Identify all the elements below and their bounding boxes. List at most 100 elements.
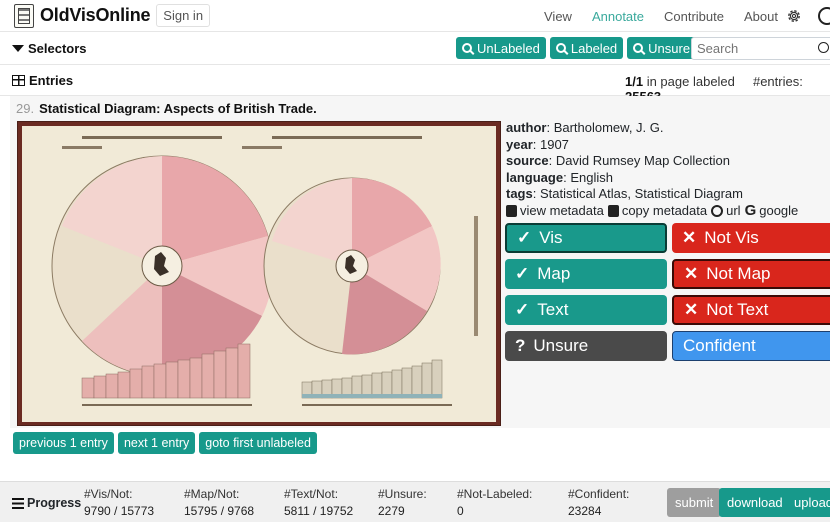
pager-buttons: previous 1 entry next 1 entry goto first… bbox=[13, 432, 321, 454]
github-icon[interactable] bbox=[818, 7, 830, 25]
globe-icon bbox=[711, 204, 724, 217]
nav-link-annotate[interactable]: Annotate bbox=[592, 9, 644, 24]
search-icon bbox=[633, 43, 644, 53]
entries-bar: Entries 1/1 in page labeled #entries: 25… bbox=[0, 66, 830, 104]
unlabeled-button[interactable]: UnLabeled bbox=[456, 37, 546, 59]
stat-map: #Map/Not: 15795 / 9768 bbox=[184, 486, 254, 520]
not-text-button[interactable]: ✕ Not Text bbox=[672, 295, 830, 325]
next-entry-button[interactable]: next 1 entry bbox=[117, 432, 196, 454]
map-label: Map bbox=[537, 264, 571, 283]
labeled-button[interactable]: Labeled bbox=[549, 37, 624, 59]
entry-title-text: Statistical Diagram: Aspects of British … bbox=[39, 101, 317, 116]
text-button[interactable]: ✓ Text bbox=[505, 295, 667, 325]
meta-tags: tags: Statistical Atlas, Statistical Dia… bbox=[506, 186, 743, 201]
submit-button[interactable]: submit bbox=[667, 488, 722, 517]
stat-label: #Unsure: bbox=[378, 487, 427, 501]
tags-value: Statistical Atlas, Statistical Diagram bbox=[539, 186, 743, 201]
stat-unsure: #Unsure: 2279 bbox=[378, 486, 427, 520]
nav-links: View Annotate Contribute About bbox=[544, 0, 798, 32]
search-icon bbox=[462, 43, 472, 53]
goto-first-unlabeled-button[interactable]: goto first unlabeled bbox=[199, 432, 317, 454]
confident-button[interactable]: Confident bbox=[672, 331, 830, 361]
stat-confident: #Confident: 23284 bbox=[568, 486, 629, 520]
database-icon bbox=[506, 204, 517, 217]
year-value: 1907 bbox=[539, 136, 569, 152]
tags-key: tags bbox=[506, 186, 533, 201]
view-metadata-link[interactable]: view metadata bbox=[520, 203, 604, 220]
check-icon: ✓ bbox=[515, 300, 530, 319]
not-map-button[interactable]: ✕ Not Map bbox=[672, 259, 830, 289]
confident-label: Confident bbox=[683, 336, 756, 355]
x-icon: ✕ bbox=[682, 228, 697, 247]
brand[interactable]: OldVisOnline bbox=[14, 3, 150, 29]
not-vis-button[interactable]: ✕ Not Vis bbox=[672, 223, 830, 253]
author-key: author bbox=[506, 120, 547, 135]
url-link[interactable]: url bbox=[726, 203, 740, 220]
unsure-button[interactable]: ? Unsure bbox=[505, 331, 667, 361]
check-icon: ✓ bbox=[517, 228, 532, 247]
language-value: English bbox=[570, 169, 613, 185]
author-value: Bartholomew, J. G. bbox=[553, 120, 664, 135]
signin-button[interactable]: Sign in bbox=[156, 4, 211, 27]
stat-value: 2279 bbox=[378, 504, 405, 518]
stat-value: 0 bbox=[457, 504, 464, 518]
meta-author: author: Bartholomew, J. G. bbox=[506, 120, 664, 135]
entries-label: Entries bbox=[29, 73, 74, 88]
entries-total-label: #entries: bbox=[752, 74, 803, 89]
unsure-label: Unsure bbox=[533, 336, 589, 355]
check-icon: ✓ bbox=[515, 264, 530, 283]
selectors-heading[interactable]: Selectors bbox=[12, 41, 87, 56]
download-button[interactable]: download bbox=[719, 488, 791, 517]
meta-year: year: 1907 bbox=[506, 136, 569, 152]
brand-name[interactable]: OldVisOnline bbox=[40, 5, 150, 26]
nav-link-contribute[interactable]: Contribute bbox=[664, 9, 724, 24]
filter-icon bbox=[12, 45, 24, 52]
entry-metadata: author: Bartholomew, J. G. year: 1907 so… bbox=[506, 120, 802, 219]
search-input[interactable] bbox=[691, 37, 830, 60]
list-check-icon bbox=[12, 497, 24, 509]
progress-heading[interactable]: Progress bbox=[12, 496, 81, 510]
unsure-filter-button[interactable]: Unsure bbox=[627, 37, 697, 59]
progress-label: Progress bbox=[27, 496, 82, 510]
labeled-count: 1/1 bbox=[625, 74, 644, 89]
selector-buttons: UnLabeled Labeled Unsure bbox=[456, 37, 700, 59]
vis-label: Vis bbox=[539, 228, 563, 247]
stat-label: #Text/Not: bbox=[284, 487, 339, 501]
entry-image[interactable] bbox=[17, 121, 501, 426]
x-icon: ✕ bbox=[684, 264, 699, 283]
vis-button[interactable]: ✓ Vis bbox=[505, 223, 667, 253]
meta-source: source: David Rumsey Map Collection bbox=[506, 153, 730, 168]
nav-link-about[interactable]: About bbox=[744, 9, 778, 24]
table-icon bbox=[12, 75, 25, 86]
google-link[interactable]: google bbox=[759, 203, 798, 220]
top-navbar: OldVisOnline Sign in View Annotate Contr… bbox=[0, 0, 830, 32]
copy-icon bbox=[607, 204, 619, 217]
copy-metadata-link[interactable]: copy metadata bbox=[622, 203, 707, 220]
labeled-label: Labeled bbox=[570, 40, 618, 56]
stat-label: #Vis/Not: bbox=[84, 487, 133, 501]
search-icon[interactable] bbox=[818, 42, 829, 53]
stat-label: #Not-Labeled: bbox=[457, 487, 533, 501]
statistical-diagram-image bbox=[51, 136, 478, 406]
stat-value: 23284 bbox=[568, 504, 602, 518]
previous-entry-button[interactable]: previous 1 entry bbox=[13, 432, 114, 454]
entry-title: 29. Statistical Diagram: Aspects of Briti… bbox=[16, 101, 317, 116]
map-button[interactable]: ✓ Map bbox=[505, 259, 667, 289]
stat-not-labeled: #Not-Labeled: 0 bbox=[457, 486, 532, 520]
progress-bar: Progress #Vis/Not: 9790 / 15773 #Map/Not… bbox=[0, 481, 830, 522]
stat-label: #Map/Not: bbox=[184, 487, 240, 501]
unsure-filter-label: Unsure bbox=[648, 40, 691, 56]
nav-link-view[interactable]: View bbox=[544, 9, 572, 24]
upload-button[interactable]: upload bbox=[786, 488, 830, 517]
entries-heading[interactable]: Entries bbox=[12, 73, 73, 88]
stat-value: 9790 / 15773 bbox=[84, 504, 155, 518]
year-key: year bbox=[506, 136, 533, 152]
not-text-label: Not Text bbox=[706, 300, 769, 319]
gear-icon[interactable] bbox=[786, 8, 802, 24]
stat-vis: #Vis/Not: 9790 / 15773 bbox=[84, 486, 154, 520]
stat-value: 5811 / 19752 bbox=[284, 504, 354, 518]
selectors-bar: Selectors UnLabeled Labeled Unsure bbox=[0, 33, 830, 65]
stat-value: 15795 / 9768 bbox=[184, 504, 255, 518]
selectors-label: Selectors bbox=[28, 41, 87, 56]
entry-card: 29. Statistical Diagram: Aspects of Briti… bbox=[10, 96, 830, 428]
